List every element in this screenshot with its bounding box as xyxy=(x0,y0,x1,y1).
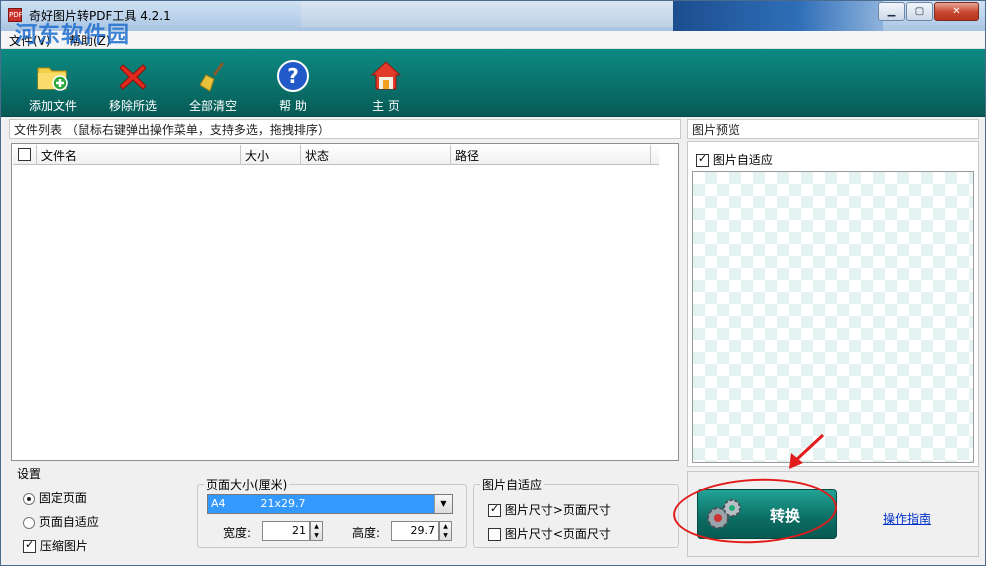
fixed-page-label: 固定页面 xyxy=(38,491,87,505)
add-file-label: 添加文件 xyxy=(28,99,77,113)
toolbar: 添加文件 移除所选 全部清空 ? 帮 助 主 页 xyxy=(1,49,985,117)
settings-label: 设置 xyxy=(15,465,44,482)
file-list-columns: 文件名 大小 状态 路径 xyxy=(13,145,659,165)
remove-selected-label: 移除所选 xyxy=(108,99,157,113)
settings-group: 设置 固定页面 页面自适应 压缩图片 xyxy=(11,465,191,559)
image-preview-area xyxy=(692,171,974,463)
checkbox-icon xyxy=(23,538,36,553)
minimize-button[interactable]: ▁ xyxy=(878,2,905,21)
height-label: 高度: xyxy=(352,526,381,540)
page-size-select[interactable]: A4 21x29.7 ▼ xyxy=(207,494,453,514)
height-input[interactable]: 29.7 xyxy=(391,521,439,541)
close-button[interactable]: ✕ xyxy=(934,2,979,21)
preview-header: 图片预览 xyxy=(687,119,979,139)
page-autofit-radio[interactable]: 页面自适应 xyxy=(23,513,99,530)
home-label: 主 页 xyxy=(372,99,400,113)
clear-all-label: 全部清空 xyxy=(188,99,237,113)
fixed-page-radio[interactable]: 固定页面 xyxy=(23,489,87,506)
select-all-checkbox[interactable] xyxy=(13,145,37,165)
app-window: PDF 奇好图片转PDF工具 4.2.1 ▁ ▢ ✕ 文件(V) 帮助(Z) 河… xyxy=(0,0,986,566)
column-filename[interactable]: 文件名 xyxy=(37,145,241,165)
remove-selected-button[interactable]: 移除所选 xyxy=(93,51,173,115)
checkbox-icon xyxy=(18,148,31,161)
image-larger-checkbox[interactable]: 图片尺寸>页面尺寸 xyxy=(488,501,611,518)
file-list[interactable]: 文件名 大小 状态 路径 xyxy=(11,143,679,461)
width-spinner[interactable]: ▲ ▼ xyxy=(310,521,323,541)
compress-image-label: 压缩图片 xyxy=(39,539,88,553)
radio-icon xyxy=(23,492,35,505)
help-label: 帮 助 xyxy=(279,99,307,113)
page-autofit-label: 页面自适应 xyxy=(38,515,99,529)
home-icon xyxy=(369,59,403,93)
file-list-header: 文件列表 （鼠标右键弹出操作菜单，支持多选，拖拽排序） xyxy=(9,119,681,139)
caption-buttons: ▁ ▢ ✕ xyxy=(877,2,979,21)
checkbox-icon xyxy=(488,528,501,541)
background-window-strip xyxy=(301,1,681,27)
clear-all-button[interactable]: 全部清空 xyxy=(173,51,253,115)
image-fit-group: 图片自适应 图片尺寸>页面尺寸 图片尺寸<页面尺寸 xyxy=(473,476,679,548)
checkbox-icon xyxy=(488,502,501,517)
add-file-button[interactable]: 添加文件 xyxy=(13,51,93,115)
add-folder-icon xyxy=(36,59,70,93)
width-label: 宽度: xyxy=(223,526,252,540)
column-status[interactable]: 状态 xyxy=(301,145,451,165)
height-spinner[interactable]: ▲ ▼ xyxy=(439,521,452,541)
annotation-arrow-icon xyxy=(789,433,825,469)
image-smaller-checkbox[interactable]: 图片尺寸<页面尺寸 xyxy=(488,525,611,542)
preview-autofit-checkbox[interactable]: 图片自适应 xyxy=(696,151,773,168)
page-size-value: A4 21x29.7 xyxy=(211,497,306,510)
title-bar: PDF 奇好图片转PDF工具 4.2.1 ▁ ▢ ✕ xyxy=(1,1,985,31)
image-fit-label: 图片自适应 xyxy=(480,476,545,493)
chevron-down-icon[interactable]: ▼ xyxy=(434,495,452,513)
radio-icon xyxy=(23,516,35,529)
home-button[interactable]: 主 页 xyxy=(346,51,426,115)
watermark-text: 河东软件园 xyxy=(15,22,131,48)
background-window-strip-blue xyxy=(673,1,883,31)
image-larger-label: 图片尺寸>页面尺寸 xyxy=(504,503,611,517)
compress-image-checkbox[interactable]: 压缩图片 xyxy=(23,537,88,554)
operation-guide-link[interactable]: 操作指南 xyxy=(883,510,931,527)
preview-autofit-label: 图片自适应 xyxy=(712,153,773,167)
width-input[interactable]: 21 xyxy=(262,521,310,541)
help-icon: ? xyxy=(276,59,310,93)
column-size[interactable]: 大小 xyxy=(241,145,301,165)
help-button[interactable]: ? 帮 助 xyxy=(253,51,333,115)
maximize-button[interactable]: ▢ xyxy=(906,2,933,21)
column-path[interactable]: 路径 xyxy=(451,145,651,165)
checkbox-icon xyxy=(696,152,709,167)
red-x-icon xyxy=(116,59,150,93)
menu-bar: 文件(V) 帮助(Z) xyxy=(1,31,985,49)
page-size-label: 页面大小(厘米) xyxy=(204,476,290,493)
svg-text:?: ? xyxy=(287,64,299,88)
broom-icon xyxy=(196,59,230,93)
image-smaller-label: 图片尺寸<页面尺寸 xyxy=(504,527,611,541)
